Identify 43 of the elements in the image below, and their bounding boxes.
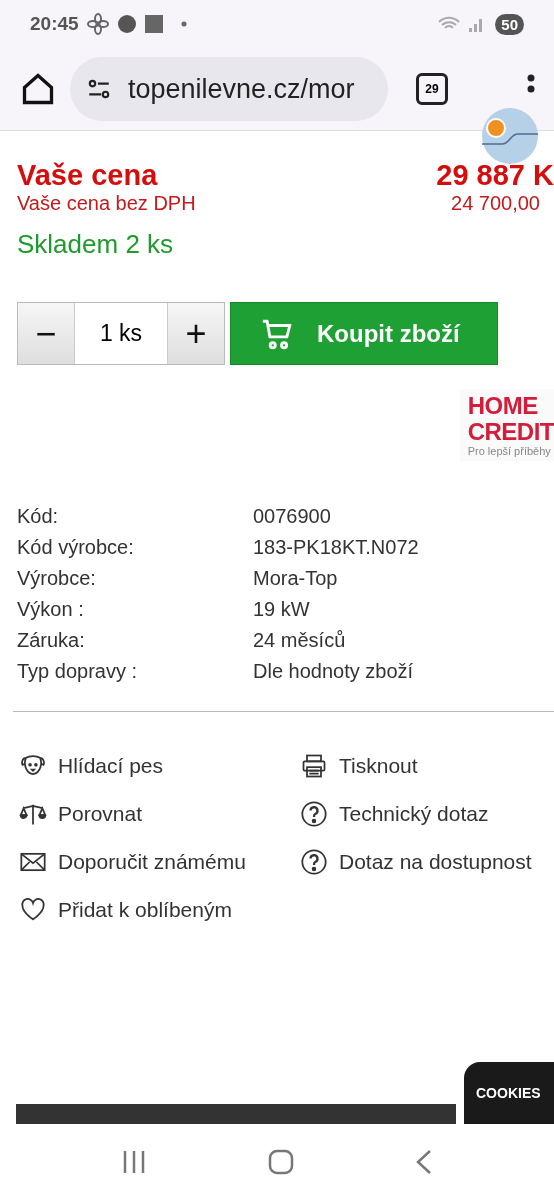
quantity-field[interactable]: 1 ks (74, 303, 168, 364)
action-link[interactable]: Hlídací pes (19, 752, 300, 780)
net-price-label: Vaše cena bez DPH (17, 192, 196, 215)
action-link[interactable]: Dotaz na dostupnost (300, 848, 554, 876)
cookies-tab[interactable]: COOKIES (464, 1062, 554, 1124)
fan-icon (86, 13, 109, 35)
spec-value: 24 měsíců (253, 629, 347, 652)
app-icon (116, 14, 137, 34)
battery-level: 50 (495, 13, 524, 35)
app-icon (144, 15, 163, 33)
spec-label: Výrobce: (17, 567, 97, 590)
net-price-value: 24 700,00 (451, 192, 541, 215)
stock-status: Skladem 2 ks (17, 229, 175, 260)
printer-icon (300, 752, 328, 780)
spec-label: Výkon : (17, 598, 85, 621)
increase-button[interactable]: + (168, 303, 224, 364)
spec-label: Kód výrobce: (17, 536, 135, 559)
question-icon (300, 848, 328, 876)
spec-label: Typ dopravy : (17, 660, 139, 683)
tab-count[interactable]: 29 (416, 73, 448, 105)
action-link[interactable]: Přidat k oblíbeným (19, 896, 300, 924)
spec-value: Dle hodnoty zboží (253, 660, 415, 683)
address-bar[interactable]: topenilevne.cz/mor (70, 57, 388, 121)
floating-bubble-icon[interactable] (482, 108, 538, 164)
home-nav-icon[interactable] (268, 1149, 294, 1175)
price-label: Vaše cena (17, 159, 158, 192)
decrease-button[interactable]: − (18, 303, 74, 364)
status-time: 20:45 (30, 13, 79, 35)
spec-value: 0076900 (253, 505, 332, 528)
action-link[interactable]: Doporučit známému (19, 848, 300, 876)
price-value: 29 887 K (436, 159, 554, 192)
spec-value: 19 kW (253, 598, 311, 621)
spec-label: Záruka: (17, 629, 86, 652)
action-link[interactable]: Technický dotaz (300, 800, 554, 828)
financing-logo: HOME CREDIT Pro lepší příběhy (459, 389, 554, 461)
spec-value: 183-PK18KT.N072 (253, 536, 420, 559)
action-link[interactable]: Tisknout (300, 752, 554, 780)
home-icon[interactable] (20, 71, 56, 107)
spec-value: Mora-Top (253, 567, 339, 590)
dot-icon (180, 21, 187, 27)
question-icon (300, 800, 328, 828)
action-link[interactable]: Porovnat (19, 800, 300, 828)
spec-label: Kód: (17, 505, 60, 528)
